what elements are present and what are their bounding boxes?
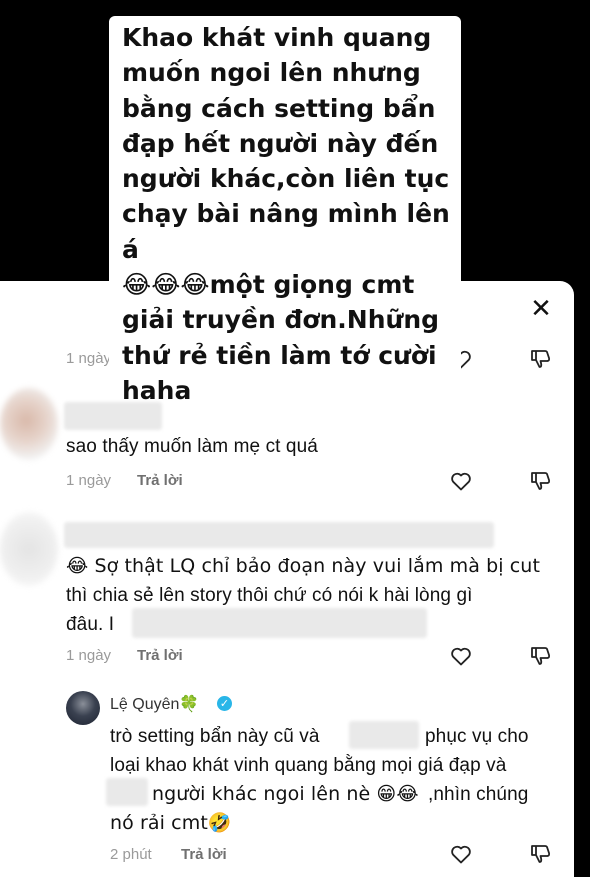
reply-text-line-4: nó rải cmt🤣	[110, 812, 232, 834]
thumbs-down-outline-icon[interactable]	[529, 842, 553, 866]
thumbs-down-outline-icon[interactable]	[529, 347, 553, 371]
avatar[interactable]	[66, 691, 100, 725]
comment-text: sao thấy muốn làm mẹ ct quá	[66, 436, 318, 457]
close-icon[interactable]: ✕	[528, 296, 554, 322]
username-redacted	[64, 522, 494, 548]
comment-time: 1 ngày	[66, 472, 112, 489]
text-redacted	[349, 721, 419, 749]
reply-text-line-2: loại khao khát vinh quang bằng mọi giá đ…	[110, 755, 507, 776]
verified-badge-icon: ✓	[217, 696, 232, 711]
overlay-caption: Khao khát vinh quang muốn ngoi lên nhưng…	[122, 23, 450, 405]
text-redacted	[132, 608, 427, 638]
reply-text-line-1a: trò setting bẩn này cũ và	[110, 726, 320, 747]
comment-text-line-2: thì chia sẻ lên story thôi chứ có nói k …	[66, 585, 473, 606]
heart-outline-icon[interactable]	[449, 469, 473, 493]
comment-text-line: 😂 Sợ thật LQ chỉ bảo đoạn này vui lắm mà…	[66, 552, 540, 581]
comment-text-line-3: đâu. I	[66, 614, 115, 635]
text-redacted	[106, 778, 148, 806]
username[interactable]: Lệ Quyên🍀	[110, 694, 199, 714]
avatar[interactable]	[0, 388, 58, 460]
reply-button[interactable]: Trả lời	[137, 647, 183, 664]
reply-text-line-1b: phục vụ cho	[425, 726, 529, 747]
reply-text-line-3b: ,nhìn chúng	[428, 784, 529, 805]
thumbs-down-outline-icon[interactable]	[529, 644, 553, 668]
heart-outline-icon[interactable]	[449, 842, 473, 866]
comment-text-line-1: 😂 Sợ thật LQ chỉ bảo đoạn này vui lắm mà…	[66, 555, 541, 577]
reply-button[interactable]: Trả lời	[181, 846, 227, 863]
reply-button[interactable]: Trả lời	[137, 472, 183, 489]
thumbs-down-outline-icon[interactable]	[529, 469, 553, 493]
comment-time: 1 ngày	[66, 647, 112, 664]
reply-text-line-3a: người khác ngoi lên nè 😁😂	[152, 783, 419, 805]
comment-time: 1 ngày	[66, 350, 112, 367]
heart-outline-icon[interactable]	[449, 644, 473, 668]
avatar[interactable]	[0, 512, 58, 586]
comment-time: 2 phút	[110, 846, 152, 863]
